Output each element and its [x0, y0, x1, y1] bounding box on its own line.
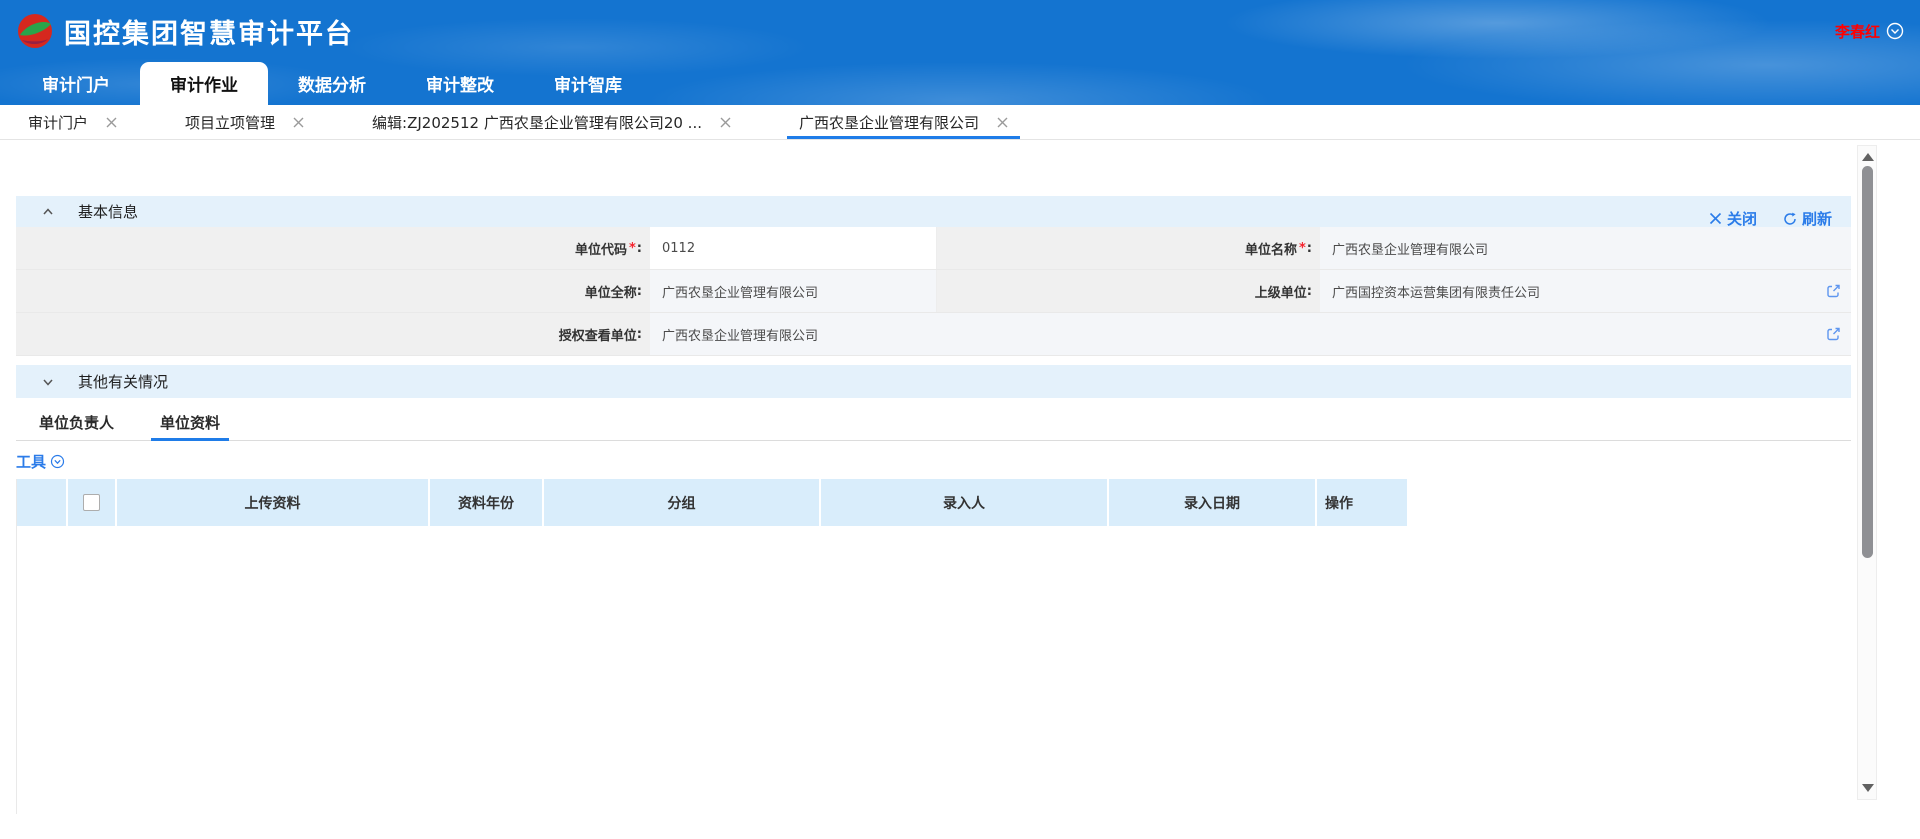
- app-logo-icon[interactable]: [16, 12, 54, 50]
- refresh-icon: [1783, 212, 1797, 226]
- form-row: 单位全称: 广西农垦企业管理有限公司 上级单位: 广西国控资本运营集团有限责任公…: [16, 270, 1851, 313]
- section-basic-info-header[interactable]: 基本信息: [16, 196, 1851, 227]
- subtab-unit-leader[interactable]: 单位负责人: [30, 404, 123, 440]
- tools-chevron-down-icon: [50, 454, 65, 469]
- tab-close-icon[interactable]: [293, 117, 304, 128]
- parent-unit-field: 广西国控资本运营集团有限责任公司: [1320, 270, 1851, 312]
- authorized-view-unit-field: 广西农垦企业管理有限公司: [650, 313, 1851, 355]
- content-panel: 关闭 刷新 基本信息 单位代码*: 0112: [0, 196, 1920, 839]
- section-title: 其他有关情况: [78, 371, 168, 392]
- column-operations: 操作: [1317, 479, 1409, 526]
- collapse-chevron-up-icon[interactable]: [42, 206, 54, 218]
- doc-tab-audit-portal[interactable]: 审计门户: [16, 105, 129, 139]
- app-header: 国控集团智慧审计平台 李春红 审计门户 审计作业 数据分析 审计整改 审计智库: [0, 0, 1920, 105]
- basic-info-form: 单位代码*: 0112 单位名称*: 广西农垦企业管理有限公司 单位全称: 广西…: [16, 227, 1851, 356]
- doc-tab-label: 编辑:ZJ202512 广西农垦企业管理有限公司20 ...: [372, 112, 702, 133]
- unit-code-field[interactable]: 0112: [650, 227, 937, 269]
- form-row: 授权查看单位: 广西农垦企业管理有限公司: [16, 313, 1851, 356]
- tab-close-icon[interactable]: [720, 117, 731, 128]
- column-entry-date: 录入日期: [1109, 479, 1317, 526]
- doc-tab-project-approval[interactable]: 项目立项管理: [173, 105, 316, 139]
- section-title: 基本信息: [78, 201, 138, 222]
- header-checkbox-cell: [68, 479, 117, 526]
- external-link-icon[interactable]: [1826, 284, 1841, 299]
- nav-item-audit-work[interactable]: 审计作业: [140, 62, 268, 105]
- header-title-row: 国控集团智慧审计平台 李春红: [0, 0, 1920, 62]
- external-link-icon[interactable]: [1826, 327, 1841, 342]
- user-name: 李春红: [1835, 21, 1880, 42]
- column-upload-material: 上传资料: [117, 479, 430, 526]
- unit-full-name-label: 单位全称:: [16, 270, 650, 312]
- tools-dropdown[interactable]: 工具: [16, 449, 1851, 473]
- refresh-label: 刷新: [1802, 208, 1832, 229]
- doc-tab-label: 项目立项管理: [185, 112, 275, 133]
- column-entered-by: 录入人: [821, 479, 1109, 526]
- section-other-info-header[interactable]: 其他有关情况: [16, 365, 1851, 398]
- table-body-empty: [17, 526, 1851, 814]
- column-material-year: 资料年份: [430, 479, 544, 526]
- doc-tab-label: 广西农垦企业管理有限公司: [799, 112, 979, 133]
- scrollbar-thumb[interactable]: [1862, 166, 1873, 558]
- scroll-down-arrow-icon[interactable]: [1862, 784, 1874, 792]
- tab-close-icon[interactable]: [106, 117, 117, 128]
- parent-unit-label: 上级单位:: [937, 270, 1320, 312]
- table-header-row: 上传资料 资料年份 分组 录入人 录入日期 操作: [17, 479, 1851, 526]
- scroll-up-arrow-icon[interactable]: [1862, 153, 1874, 161]
- close-button[interactable]: 关闭: [1709, 208, 1757, 229]
- materials-table: 上传资料 资料年份 分组 录入人 录入日期 操作: [16, 479, 1851, 814]
- unit-name-label: 单位名称*:: [937, 227, 1320, 269]
- nav-item-audit-knowledge[interactable]: 审计智库: [524, 62, 652, 105]
- header-expander-cell: [17, 479, 68, 526]
- tools-label: 工具: [16, 451, 46, 472]
- collapse-chevron-down-icon[interactable]: [42, 376, 54, 388]
- main-nav: 审计门户 审计作业 数据分析 审计整改 审计智库: [0, 62, 1920, 105]
- vertical-scrollbar[interactable]: [1857, 145, 1877, 800]
- close-label: 关闭: [1727, 208, 1757, 229]
- doc-tab-unit-detail[interactable]: 广西农垦企业管理有限公司: [787, 105, 1020, 139]
- document-tabbar: 审计门户 项目立项管理 编辑:ZJ202512 广西农垦企业管理有限公司20 .…: [0, 105, 1920, 140]
- unit-name-field: 广西农垦企业管理有限公司: [1320, 227, 1851, 269]
- page-actions: 关闭 刷新: [1709, 208, 1832, 229]
- nav-item-audit-rectify[interactable]: 审计整改: [396, 62, 524, 105]
- nav-item-data-analysis[interactable]: 数据分析: [268, 62, 396, 105]
- authorized-view-unit-label: 授权查看单位:: [16, 313, 650, 355]
- form-row: 单位代码*: 0112 单位名称*: 广西农垦企业管理有限公司: [16, 227, 1851, 270]
- refresh-button[interactable]: 刷新: [1783, 208, 1832, 229]
- subtab-unit-material[interactable]: 单位资料: [151, 404, 229, 440]
- doc-tab-edit-project[interactable]: 编辑:ZJ202512 广西农垦企业管理有限公司20 ...: [360, 105, 743, 139]
- close-icon: [1709, 212, 1722, 225]
- unit-full-name-field: 广西农垦企业管理有限公司: [650, 270, 937, 312]
- select-all-checkbox[interactable]: [83, 494, 100, 511]
- unit-code-label: 单位代码*:: [16, 227, 650, 269]
- column-group: 分组: [544, 479, 821, 526]
- user-chevron-down-icon: [1886, 22, 1904, 40]
- tab-close-icon[interactable]: [997, 117, 1008, 128]
- other-info-subtabs: 单位负责人 单位资料: [16, 404, 1851, 441]
- user-menu[interactable]: 李春红: [1835, 21, 1904, 42]
- doc-tab-label: 审计门户: [28, 112, 88, 133]
- nav-item-audit-portal[interactable]: 审计门户: [12, 62, 140, 105]
- app-title: 国控集团智慧审计平台: [64, 12, 354, 51]
